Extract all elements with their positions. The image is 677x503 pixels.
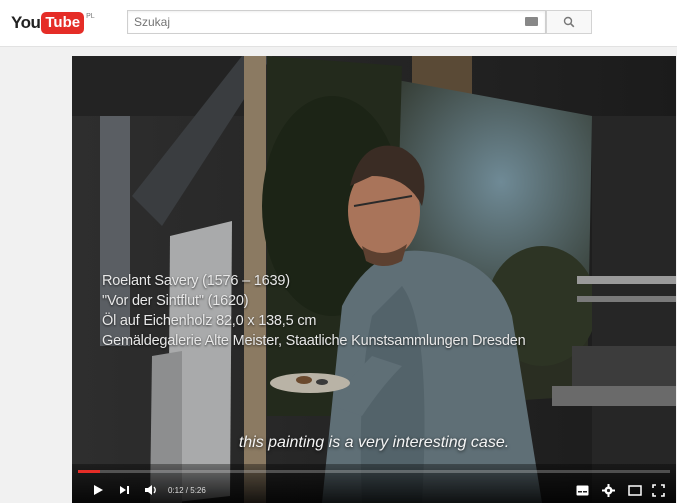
video-player[interactable]: Roelant Savery (1576 – 1639) "Vor der Si…	[72, 56, 676, 503]
search-icon	[563, 16, 575, 28]
player-controls: 0:12 / 5:26	[72, 464, 676, 503]
search-button[interactable]	[546, 10, 592, 34]
progress-played	[78, 470, 100, 473]
logo-region-code: PL	[86, 13, 95, 20]
next-icon[interactable]	[119, 485, 130, 495]
caption-line: Öl auf Eichenholz 82,0 x 138,5 cm	[102, 313, 317, 329]
masthead: You Tube PL	[0, 0, 677, 47]
artwork-caption: Roelant Savery (1576 – 1639) "Vor der Si…	[102, 271, 526, 351]
progress-bar[interactable]	[78, 470, 670, 473]
logo-you-text: You	[11, 13, 41, 32]
time-display: 0:12 / 5:26	[168, 486, 206, 495]
volume-icon[interactable]	[144, 484, 158, 496]
logo-tube-text: Tube	[41, 12, 85, 34]
fullscreen-icon[interactable]	[652, 484, 665, 497]
theater-mode-icon[interactable]	[628, 485, 642, 496]
closed-caption-text: this painting is a very interesting case…	[238, 434, 510, 451]
caption-line: "Vor der Sintflut" (1620)	[102, 293, 249, 309]
play-icon[interactable]	[92, 484, 104, 496]
caption-line: Gemäldegalerie Alte Meister, Staatliche …	[102, 333, 526, 349]
youtube-logo[interactable]: You Tube PL	[11, 12, 95, 34]
search-input[interactable]	[127, 10, 546, 34]
keyboard-icon[interactable]	[525, 17, 538, 26]
caption-line: Roelant Savery (1576 – 1639)	[102, 273, 290, 289]
subtitles-icon[interactable]	[576, 485, 589, 496]
settings-gear-icon[interactable]	[602, 484, 615, 497]
